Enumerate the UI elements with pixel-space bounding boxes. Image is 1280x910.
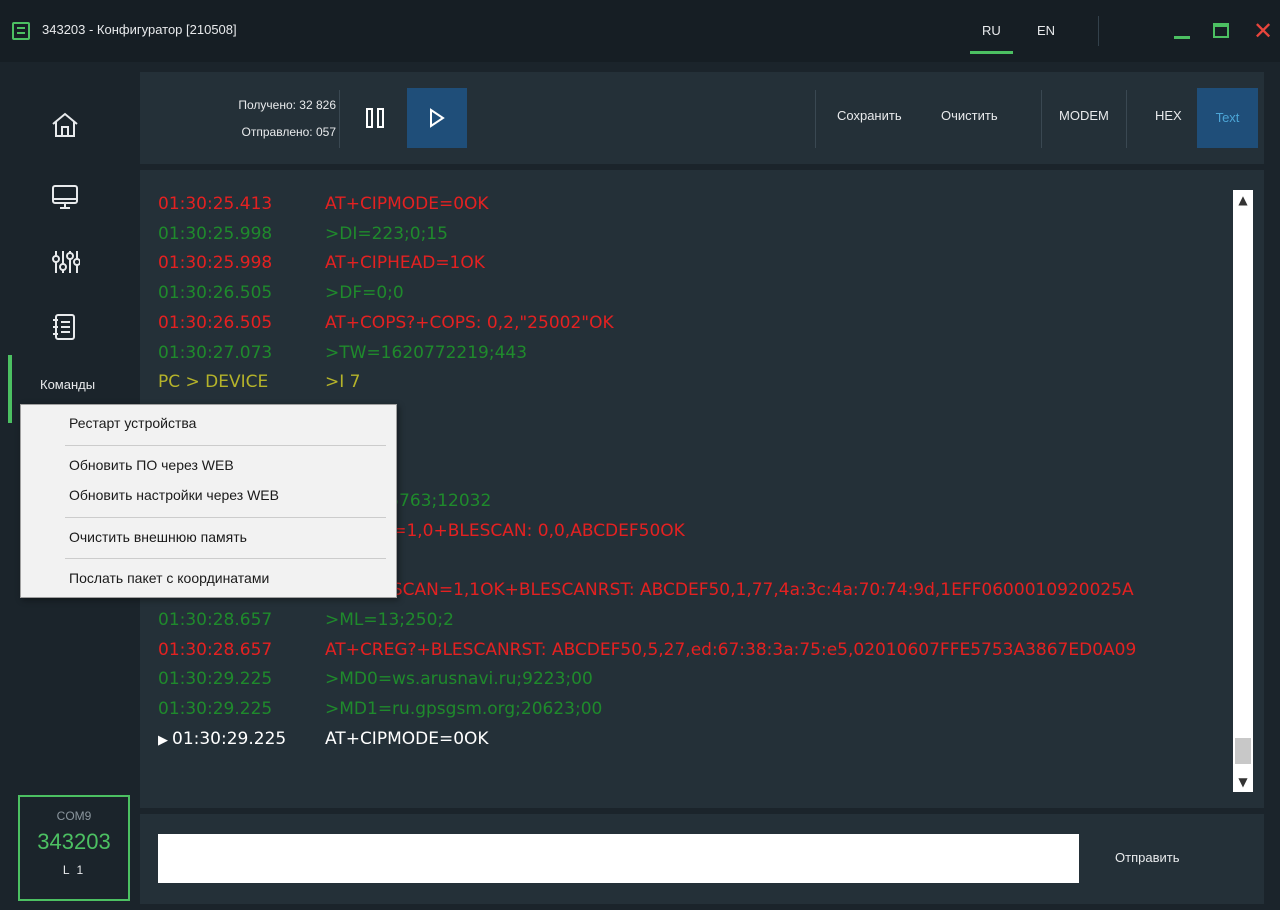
log-timestamp: PC > DEVICE	[158, 372, 269, 393]
log-message: >DI=223;0;15	[325, 223, 448, 244]
commands-icon	[53, 314, 75, 340]
log-timestamp: 01:30:25.998	[158, 223, 273, 244]
menu-item-restart[interactable]: Рестарт устройства	[69, 415, 196, 437]
log-message: AT+CIPMODE=0OK	[325, 194, 489, 214]
log-timestamp: 01:30:29.225	[172, 728, 287, 749]
monitor-icon	[52, 185, 78, 209]
modem-button[interactable]: MODEM	[1059, 108, 1109, 123]
toolbar-divider	[1126, 90, 1127, 148]
menu-item-send-coordinates[interactable]: Послать пакет с координатами	[69, 570, 269, 592]
log-message: AT+CIPMODE=0OK	[325, 728, 489, 749]
received-counter: Получено: 32 826	[238, 98, 336, 112]
sliders-icon	[52, 251, 80, 273]
chevron-up-icon[interactable]: ▲	[1233, 190, 1253, 210]
sidebar-item-settings[interactable]	[40, 237, 90, 287]
close-icon: ✕	[1252, 17, 1274, 45]
menu-divider	[65, 558, 386, 559]
minimize-button[interactable]	[1166, 16, 1196, 46]
log-message: AT+CREG?+BLESCANRST: ABCDEF50,5,27,ed:67…	[325, 639, 1137, 660]
menu-item-update-settings[interactable]: Обновить настройки через WEB	[69, 487, 279, 509]
current-row-marker-icon: ▶	[158, 732, 168, 748]
hex-mode-button[interactable]: HEX	[1155, 108, 1182, 123]
scroll-thumb[interactable]	[1235, 738, 1251, 764]
lang-ru-button[interactable]: RU	[970, 23, 1013, 54]
text-mode-button[interactable]: Text	[1197, 88, 1258, 148]
play-icon	[430, 108, 445, 128]
com-port-label: COM9	[56, 809, 92, 823]
window-title: 343203 - Конфигуратор [210508]	[42, 22, 237, 37]
menu-item-clear-memory[interactable]: Очистить внешнюю память	[69, 529, 247, 551]
sidebar-item-monitor[interactable]	[40, 172, 90, 222]
command-input[interactable]	[158, 834, 1079, 883]
maximize-icon	[1213, 23, 1229, 38]
device-id-label: 343203	[37, 829, 111, 854]
log-message: AT+CIPHEAD=1OK	[325, 253, 485, 274]
log-message: >MD0=ws.arusnavi.ru;9223;00	[325, 669, 593, 690]
log-message: AT+COPS?+COPS: 0,2,"25002"OK	[325, 312, 614, 333]
log-timestamp: 01:30:28.657	[158, 609, 273, 630]
log-message: >MD1=ru.gpsgsm.org;20623;00	[325, 698, 603, 719]
log-message: >DF=0;0	[325, 283, 404, 304]
line-label: L 1	[62, 863, 86, 877]
log-timestamp: 01:30:27.073	[158, 342, 273, 363]
log-timestamp: 01:30:26.505	[158, 283, 273, 304]
command-bar: Отправить	[140, 814, 1264, 904]
log-scrollbar[interactable]: ▲ ▼	[1233, 190, 1253, 792]
log-message: >TW=1620772219;443	[325, 342, 528, 363]
log-timestamp: 01:30:25.413	[158, 194, 273, 214]
log-message: >I 7	[325, 372, 361, 393]
close-button[interactable]: ✕	[1248, 16, 1278, 46]
log-timestamp: 01:30:25.998	[158, 253, 273, 274]
log-timestamp: 01:30:29.225	[158, 698, 273, 719]
app-icon	[12, 22, 30, 40]
menu-divider	[65, 445, 386, 446]
pause-icon	[366, 108, 384, 128]
home-icon	[52, 112, 78, 137]
log-timestamp: 01:30:28.657	[158, 639, 273, 660]
sidebar-active-label: Команды	[40, 377, 96, 392]
log-message: >ML=13;250;2	[325, 609, 454, 630]
chevron-down-icon[interactable]: ▼	[1233, 772, 1253, 792]
pause-button[interactable]	[352, 88, 398, 148]
minimize-icon	[1174, 36, 1190, 39]
log-message: AT+BLESCAN=1,1OK+BLESCANRST: ABCDEF50,1,…	[325, 580, 1134, 601]
lang-en-button[interactable]: EN	[1037, 23, 1055, 38]
sidebar-item-home[interactable]	[40, 100, 90, 150]
titlebar-divider	[1098, 16, 1099, 46]
sidebar-item-commands[interactable]	[40, 302, 90, 352]
log-timestamp: 01:30:26.505	[158, 312, 273, 333]
maximize-button[interactable]	[1206, 16, 1236, 46]
title-bar: 343203 - Конфигуратор [210508] RU EN ✕	[0, 0, 1280, 62]
toolbar: Получено: 32 826 Отправлено: 057 Сохрани…	[140, 72, 1264, 164]
connection-status-box[interactable]: COM9 343203 L 1	[18, 795, 130, 901]
menu-divider	[65, 517, 386, 518]
send-button[interactable]: Отправить	[1115, 850, 1179, 865]
save-button[interactable]: Сохранить	[837, 108, 902, 123]
toolbar-divider	[815, 90, 816, 148]
menu-item-update-firmware[interactable]: Обновить ПО через WEB	[69, 457, 234, 479]
context-menu: Рестарт устройства Обновить ПО через WEB…	[20, 404, 397, 598]
toolbar-divider	[1041, 90, 1042, 148]
clear-button[interactable]: Очистить	[941, 108, 998, 123]
toolbar-divider	[339, 90, 340, 148]
sent-counter: Отправлено: 057	[241, 125, 336, 139]
log-timestamp: 01:30:29.225	[158, 669, 273, 690]
play-button[interactable]	[407, 88, 467, 148]
